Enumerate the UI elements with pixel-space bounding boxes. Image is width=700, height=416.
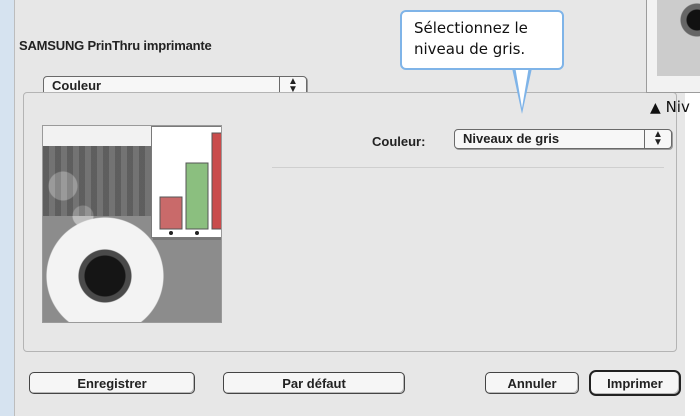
callout-line-1: Sélectionnez le: [414, 19, 528, 37]
callout-pointer-fill: [515, 66, 529, 108]
preview-image: [42, 125, 222, 323]
caption-marker-icon: ▲: [650, 100, 661, 116]
preview-bar-3: [211, 132, 221, 230]
background-house: [43, 146, 163, 216]
cancel-button[interactable]: Annuler: [485, 372, 579, 394]
callout-text: Sélectionnez le niveau de gris.: [414, 18, 528, 60]
preview-dot-2: [195, 231, 199, 235]
thumbnail-image: [657, 0, 700, 76]
caption-text: Niv: [665, 98, 690, 116]
preview-bar-2: [185, 162, 209, 230]
section-popup-label: Couleur: [52, 78, 102, 93]
preview-bar-1: [159, 196, 183, 230]
grayscale-thumbnail: [646, 0, 700, 93]
color-mode-value: Niveaux de gris: [463, 131, 560, 146]
thumbnail-caption: ▲ Niv: [650, 98, 690, 116]
popup-arrows-icon: ▲ ▼: [644, 130, 671, 148]
separator-line: [272, 167, 664, 168]
callout-line-2: niveau de gris.: [414, 40, 526, 58]
default-button[interactable]: Par défaut: [223, 372, 405, 394]
preview-dot-1: [169, 231, 173, 235]
preview-dot-3: [221, 231, 222, 235]
print-button[interactable]: Imprimer: [589, 370, 681, 396]
print-dialog: SAMSUNG PrinThru imprimante Couleur ▲ ▼ C…: [14, 0, 685, 416]
color-mode-popup[interactable]: Niveaux de gris ▲ ▼: [454, 129, 672, 149]
color-field-label: Couleur:: [372, 134, 426, 149]
dialog-title: SAMSUNG PrinThru imprimante: [19, 38, 212, 53]
color-preview-chart: [151, 126, 222, 238]
left-side-strip: [0, 0, 14, 416]
instruction-callout: Sélectionnez le niveau de gris.: [400, 10, 564, 70]
options-group: Couleur: Niveaux de gris ▲ ▼: [23, 92, 677, 352]
save-button[interactable]: Enregistrer: [29, 372, 195, 394]
